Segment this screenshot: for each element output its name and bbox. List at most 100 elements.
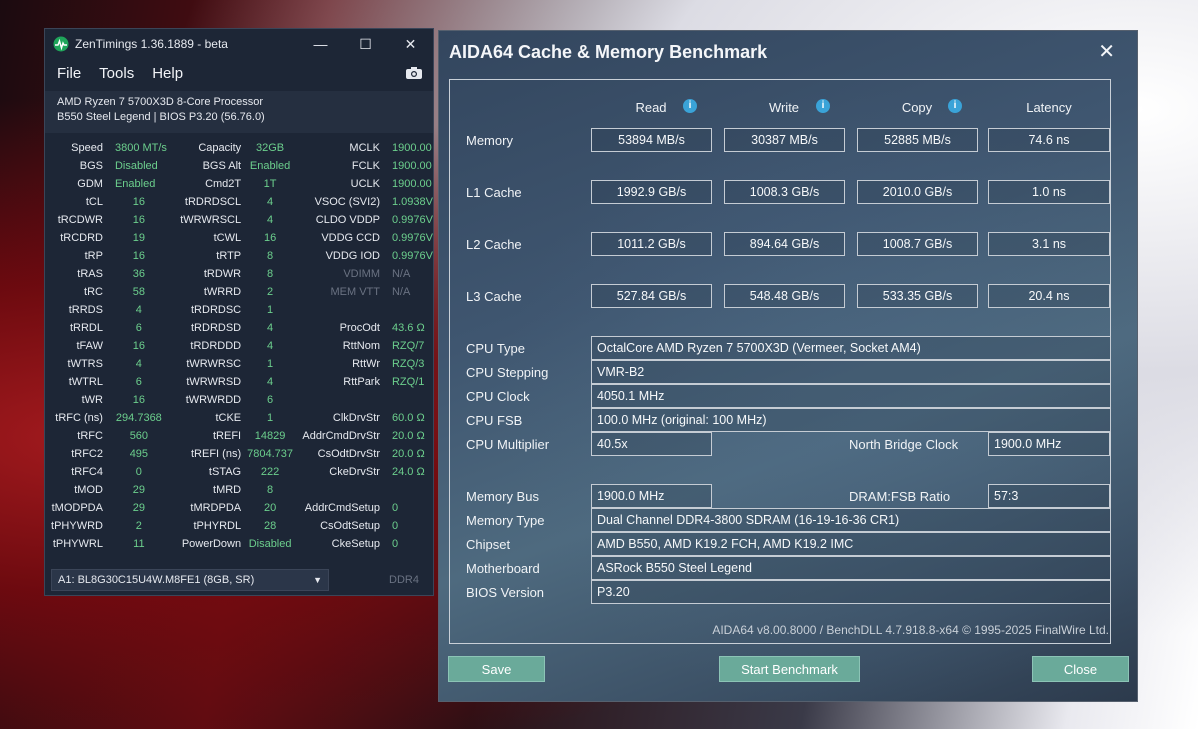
- zentimings-bottom-bar: A1: BL8G30C15U4W.M8FE1 (8GB, SR) ▼ DDR4: [45, 565, 433, 595]
- timing-label: tSTAG: [208, 466, 242, 478]
- bench-latency-value: 3.1 ns: [988, 232, 1110, 256]
- timing-label: UCLK: [350, 178, 380, 190]
- timing-value: [386, 481, 433, 499]
- col-latency: Latency: [1026, 100, 1072, 115]
- timing-label: tWRWRSCL: [180, 214, 242, 226]
- timing-value: 1: [267, 304, 274, 316]
- timing-value: 1900.00: [391, 142, 432, 154]
- chevron-down-icon: ▼: [313, 575, 322, 585]
- timing-value: N/A: [391, 268, 411, 280]
- bios-version-label: BIOS Version: [466, 585, 545, 600]
- timing-label: FCLK: [351, 160, 380, 172]
- timing-value: 1900.00: [391, 160, 432, 172]
- timing-label: AddrCmdDrvStr: [302, 430, 380, 442]
- dram-ratio-value: 57:3: [988, 484, 1110, 508]
- timing-label: RttNom: [342, 340, 380, 352]
- cpu-fsb-value: 100.0 MHz (original: 100 MHz): [591, 408, 1111, 432]
- timing-label: Speed: [71, 142, 103, 154]
- read-info-icon[interactable]: i: [683, 99, 697, 113]
- timing-value: 4: [267, 214, 274, 226]
- timing-label: tMRD: [213, 484, 242, 496]
- timing-value: 32GB: [256, 142, 285, 154]
- close-button[interactable]: ✕: [388, 36, 433, 53]
- timing-label: CkeSetup: [331, 538, 380, 550]
- timing-value: 4: [267, 376, 274, 388]
- timing-row: tRC 58 tWRRD 2 MEM VTT N/A: [51, 283, 433, 301]
- timing-value: Enabled: [114, 178, 156, 190]
- timing-value: 16: [132, 394, 145, 406]
- bench-read-value: 53894 MB/s: [591, 128, 712, 152]
- chipset-value: AMD B550, AMD K19.2 FCH, AMD K19.2 IMC: [591, 532, 1111, 556]
- write-info-icon[interactable]: i: [816, 99, 830, 113]
- timing-value: RZQ/3: [391, 358, 425, 370]
- timing-value: 4: [135, 304, 142, 316]
- zentimings-window: ZenTimings 1.36.1889 - beta — ☐ ✕ File T…: [44, 28, 434, 596]
- menu-tools[interactable]: Tools: [99, 65, 134, 82]
- timing-label: tRP: [84, 250, 103, 262]
- camera-icon[interactable]: [405, 66, 423, 80]
- start-benchmark-button[interactable]: Start Benchmark: [719, 656, 860, 682]
- timing-label: tPHYWRL: [52, 538, 103, 550]
- timing-row: tRRDL 6 tRDRDSD 4 ProcOdt 43.6 Ω: [51, 319, 433, 337]
- timing-value: 16: [132, 250, 145, 262]
- timing-row: tRAS 36 tRDWR 8 VDIMM N/A: [51, 265, 433, 283]
- timing-value: 222: [260, 466, 280, 478]
- cpu-multiplier-label: CPU Multiplier: [466, 437, 550, 452]
- timing-value: 20.0 Ω: [391, 448, 425, 460]
- ddr-type: DDR4: [389, 574, 419, 586]
- timing-value: N/A: [391, 286, 411, 298]
- timing-value: 4: [135, 358, 142, 370]
- timing-row: tRFC (ns) 294.7368 tCKE 1 ClkDrvStr 60.0 Ω: [51, 409, 433, 427]
- timing-row: tRCDRD 19 tCWL 16 VDDG CCD 0.9976V: [51, 229, 433, 247]
- timing-value: 20.0 Ω: [391, 430, 425, 442]
- timing-value: 0.9976V: [391, 250, 433, 262]
- memory-type-label: Memory Type: [466, 513, 545, 528]
- timing-value: 4: [267, 196, 274, 208]
- timing-value: 1.0938V: [391, 196, 433, 208]
- cpu-clock-label: CPU Clock: [466, 389, 530, 404]
- timing-label: tWTRS: [67, 358, 103, 370]
- aida64-close-icon[interactable]: ✕: [1098, 39, 1115, 64]
- timing-row: tRFC4 0 tSTAG 222 CkeDrvStr 24.0 Ω: [51, 463, 433, 481]
- timing-value: 16: [132, 214, 145, 226]
- timing-label: tRDRDDD: [190, 340, 242, 352]
- timing-row: tWTRL 6 tWRWRSD 4 RttPark RZQ/1: [51, 373, 433, 391]
- menu-help[interactable]: Help: [152, 65, 183, 82]
- minimize-button[interactable]: —: [298, 36, 343, 52]
- aida64-footer: AIDA64 v8.00.8000 / BenchDLL 4.7.918.8-x…: [712, 623, 1109, 637]
- bench-row-label: L1 Cache: [466, 185, 522, 200]
- bench-read-value: 1992.9 GB/s: [591, 180, 712, 204]
- timing-value: 0: [391, 538, 399, 550]
- timing-label: CsOdtDrvStr: [317, 448, 380, 460]
- bench-row-label: Memory: [466, 133, 513, 148]
- timing-value: 20: [263, 502, 277, 514]
- bench-copy-value: 533.35 GB/s: [857, 284, 978, 308]
- timing-row: tMOD 29 tMRD 8: [51, 481, 433, 499]
- timing-label: MEM VTT: [330, 286, 380, 298]
- zentimings-titlebar[interactable]: ZenTimings 1.36.1889 - beta — ☐ ✕: [45, 29, 433, 59]
- bench-row-label: L3 Cache: [466, 289, 522, 304]
- timing-label: CLDO VDDP: [315, 214, 380, 226]
- timing-label: tRRDL: [69, 322, 103, 334]
- timing-value: 19: [132, 232, 145, 244]
- timing-value: 16: [132, 196, 145, 208]
- dimm-select-value: A1: BL8G30C15U4W.M8FE1 (8GB, SR): [58, 574, 255, 586]
- timing-label: tWTRL: [68, 376, 103, 388]
- maximize-button[interactable]: ☐: [343, 36, 388, 53]
- bench-copy-value: 1008.7 GB/s: [857, 232, 978, 256]
- timing-label: tRDRDSCL: [184, 196, 242, 208]
- memory-bus-label: Memory Bus: [466, 489, 539, 504]
- timing-value: 8: [267, 268, 274, 280]
- copy-info-icon[interactable]: i: [948, 99, 962, 113]
- timing-value: 294.7368: [115, 412, 162, 424]
- close-button-aida[interactable]: Close: [1032, 656, 1129, 682]
- timing-value: 3800 MT/s: [114, 142, 167, 154]
- timing-row: BGS Disabled BGS Alt Enabled FCLK 1900.00: [51, 157, 433, 175]
- menu-file[interactable]: File: [57, 65, 81, 82]
- bench-read-value: 1011.2 GB/s: [591, 232, 712, 256]
- cpu-multiplier-value: 40.5x: [591, 432, 712, 456]
- save-button-label: Save: [481, 662, 512, 677]
- timing-row: tMODPDA 29 tMRDPDA 20 AddrCmdSetup 0: [51, 499, 433, 517]
- dimm-select[interactable]: A1: BL8G30C15U4W.M8FE1 (8GB, SR) ▼: [51, 569, 329, 591]
- save-button[interactable]: Save: [448, 656, 545, 682]
